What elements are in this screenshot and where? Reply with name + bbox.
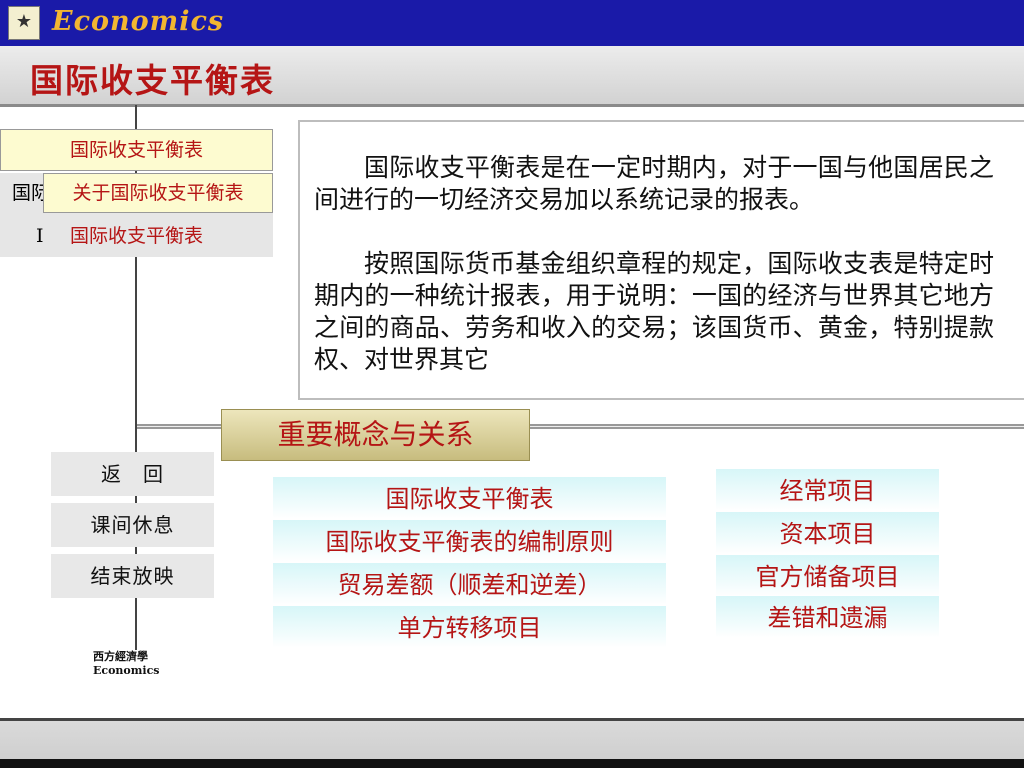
paragraph-1: 国际收支平衡表是在一定时期内，对于一国与他国居民之间进行的一切经济交易加以系统记… — [314, 153, 994, 214]
link-unilateral-transfers[interactable]: 单方转移项目 — [273, 606, 666, 648]
link-compilation-principles[interactable]: 国际收支平衡表的编制原则 — [273, 520, 666, 562]
banner-title: Economics — [52, 6, 225, 37]
nav-item-balance-sheet[interactable]: 国际收支平衡表 — [0, 129, 273, 171]
footer-bar — [0, 721, 1024, 759]
nav-item-stub: I — [36, 225, 44, 247]
top-banner: ★ Economics — [0, 0, 1024, 46]
link-official-reserves[interactable]: 官方储备项目 — [716, 555, 939, 597]
footer-edge — [0, 759, 1024, 768]
break-button[interactable]: 课间休息 — [51, 503, 214, 547]
link-balance-sheet[interactable]: 国际收支平衡表 — [273, 477, 666, 519]
concepts-title: 重要概念与关系 — [221, 409, 530, 461]
page-title: 国际收支平衡表 — [30, 61, 275, 100]
content-panel[interactable]: 国际收支平衡表是在一定时期内，对于一国与他国居民之间进行的一切经济交易加以系统记… — [298, 120, 1024, 400]
logo-icon: ★ — [8, 6, 40, 40]
link-errors-omissions[interactable]: 差错和遗漏 — [716, 596, 939, 638]
heading-band: 国际收支平衡表 — [0, 46, 1024, 107]
book-logo-en: Economics — [93, 664, 160, 677]
link-trade-balance[interactable]: 贸易差额（顺差和逆差） — [273, 563, 666, 605]
back-button[interactable]: 返 回 — [51, 452, 214, 496]
link-current-account[interactable]: 经常项目 — [716, 469, 939, 511]
book-logo-cn: 西方經濟學 — [93, 650, 148, 663]
end-show-button[interactable]: 结束放映 — [51, 554, 214, 598]
content-text: 国际收支平衡表是在一定时期内，对于一国与他国居民之间进行的一切经济交易加以系统记… — [314, 152, 994, 398]
nav-item-about-balance-sheet[interactable]: 关于国际收支平衡表 — [43, 173, 273, 213]
paragraph-2: 按照国际货币基金组织章程的规定，国际收支表是特定时期内的一种统计报表，用于说明：… — [314, 249, 994, 374]
link-capital-account[interactable]: 资本项目 — [716, 512, 939, 554]
book-logo: 西方經濟學 Economics — [93, 650, 159, 678]
